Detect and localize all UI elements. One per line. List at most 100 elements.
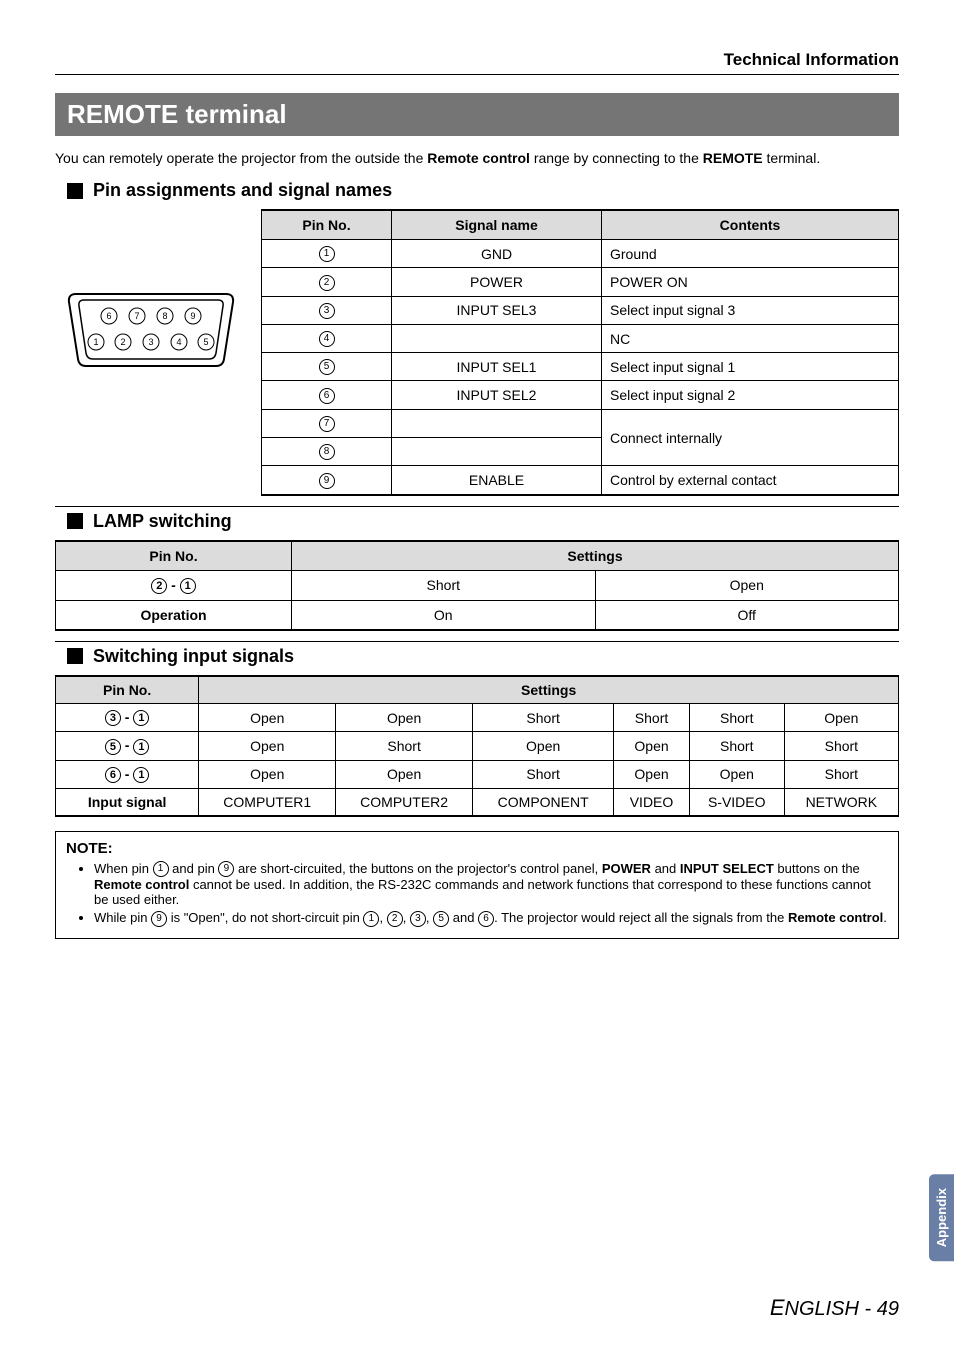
cell-value: Open xyxy=(473,732,614,760)
cell-input-signal-label: Input signal xyxy=(56,788,199,816)
table-row: 5 - 1 Open Short Open Open Short Short xyxy=(56,732,899,760)
svg-text:1: 1 xyxy=(93,337,98,347)
svg-text:5: 5 xyxy=(203,337,208,347)
cell-value: Open xyxy=(199,760,336,788)
lang-rest: NGLISH xyxy=(785,1298,859,1320)
note-text: When pin xyxy=(94,861,153,876)
pin-number-icon: 2 xyxy=(387,911,403,927)
pin-number-icon: 1 xyxy=(133,739,149,755)
pin-number-icon: 6 xyxy=(319,388,335,404)
intro-part: range by connecting to the xyxy=(530,150,703,166)
page-footer: ENGLISH - 49 xyxy=(55,1295,899,1321)
subheading-pin-assignments: Pin assignments and signal names xyxy=(55,180,899,201)
note-bold: POWER xyxy=(602,861,651,876)
pin-number-icon: 1 xyxy=(133,710,149,726)
table-row: 2POWERPOWER ON xyxy=(262,268,899,296)
pin-layout: 6 7 8 9 1 2 3 4 5 Pin No. Signal name Co… xyxy=(55,209,899,496)
pin-number-icon: 2 xyxy=(151,578,167,594)
intro-text: You can remotely operate the projector f… xyxy=(55,150,899,166)
cell-value: S-VIDEO xyxy=(689,788,784,816)
cell-value: Short xyxy=(784,732,898,760)
note-text: cannot be used. In addition, the RS-232C… xyxy=(94,877,871,907)
cell-value: COMPUTER2 xyxy=(336,788,473,816)
cell-signal: ENABLE xyxy=(392,466,602,495)
subheading-text: Pin assignments and signal names xyxy=(93,180,392,201)
pin-assignment-table: Pin No. Signal name Contents 1GNDGround … xyxy=(261,209,899,496)
cell-value: Off xyxy=(595,600,899,630)
th-pin-no: Pin No. xyxy=(56,676,199,704)
pin-number-icon: 1 xyxy=(319,246,335,262)
subheading-lamp-switching: LAMP switching xyxy=(55,506,899,532)
intro-bold: REMOTE xyxy=(703,150,763,166)
svg-text:4: 4 xyxy=(176,337,181,347)
db9-connector-icon: 6 7 8 9 1 2 3 4 5 xyxy=(66,289,236,369)
cell-value: Open xyxy=(784,703,898,731)
cell-signal xyxy=(392,438,602,466)
cell-pin-pair: 3 - 1 xyxy=(56,703,199,731)
cell-value: Open xyxy=(199,703,336,731)
cell-value: Short xyxy=(473,703,614,731)
table-row: 2 - 1 Short Open xyxy=(56,570,899,600)
lang-first-letter: E xyxy=(770,1295,785,1320)
note-bold: Remote control xyxy=(94,877,189,892)
page-num-value: 49 xyxy=(877,1298,899,1320)
cell-value: Open xyxy=(199,732,336,760)
pin-number-icon: 3 xyxy=(319,303,335,319)
table-row: 4 NC xyxy=(262,324,899,352)
note-text: , xyxy=(426,910,433,925)
cell-value: VIDEO xyxy=(614,788,690,816)
pin-number-icon: 6 xyxy=(478,911,494,927)
cell-value: COMPONENT xyxy=(473,788,614,816)
note-text: buttons on the xyxy=(774,861,860,876)
pin-number-icon: 8 xyxy=(319,444,335,460)
cell-contents: Control by external contact xyxy=(602,466,899,495)
note-bold: Remote control xyxy=(788,910,883,925)
cell-operation-label: Operation xyxy=(56,600,292,630)
pin-number-icon: 1 xyxy=(133,767,149,783)
pin-number-icon: 2 xyxy=(319,275,335,291)
side-tab-appendix: Appendix xyxy=(929,1174,954,1261)
pin-number-icon: 5 xyxy=(319,359,335,375)
pin-number-icon: 4 xyxy=(319,331,335,347)
cell-value: Open xyxy=(614,760,690,788)
table-row: 1GNDGround xyxy=(262,240,899,268)
pin-number-icon: 1 xyxy=(363,911,379,927)
cell-pin-pair: 2 - 1 xyxy=(56,570,292,600)
pin-number-icon: 1 xyxy=(180,578,196,594)
cell-signal: INPUT SEL2 xyxy=(392,381,602,409)
section-title: REMOTE terminal xyxy=(55,93,899,136)
th-pin-no: Pin No. xyxy=(262,210,392,240)
table-row: 3 - 1 Open Open Short Short Short Open xyxy=(56,703,899,731)
cell-value: Short xyxy=(784,760,898,788)
page: Technical Information REMOTE terminal Yo… xyxy=(0,0,954,1351)
cell-value: Short xyxy=(689,703,784,731)
cell-contents: POWER ON xyxy=(602,268,899,296)
pin-number-icon: 9 xyxy=(218,861,234,877)
table-row: 5INPUT SEL1Select input signal 1 xyxy=(262,353,899,381)
cell-value: Short xyxy=(336,732,473,760)
pin-number-icon: 1 xyxy=(153,861,169,877)
cell-value: NETWORK xyxy=(784,788,898,816)
note-text: and xyxy=(449,910,478,925)
th-pin-no: Pin No. xyxy=(56,541,292,571)
intro-part: terminal. xyxy=(763,150,821,166)
svg-text:8: 8 xyxy=(162,311,167,321)
th-contents: Contents xyxy=(602,210,899,240)
note-text: . xyxy=(883,910,887,925)
note-box: NOTE: When pin 1 and pin 9 are short-cir… xyxy=(55,831,899,939)
cell-value: Open xyxy=(595,570,899,600)
cell-value: Short xyxy=(614,703,690,731)
connector-diagram: 6 7 8 9 1 2 3 4 5 xyxy=(55,209,247,369)
cell-contents: Select input signal 3 xyxy=(602,296,899,324)
pin-number-icon: 6 xyxy=(105,767,121,783)
svg-text:2: 2 xyxy=(120,337,125,347)
cell-value: Open xyxy=(336,703,473,731)
svg-text:7: 7 xyxy=(134,311,139,321)
subheading-text: LAMP switching xyxy=(93,511,232,532)
cell-signal xyxy=(392,409,602,437)
intro-part: You can remotely operate the projector f… xyxy=(55,150,427,166)
cell-contents: NC xyxy=(602,324,899,352)
pin-number-icon: 5 xyxy=(105,739,121,755)
cell-contents: Ground xyxy=(602,240,899,268)
note-text: are short-circuited, the buttons on the … xyxy=(234,861,601,876)
